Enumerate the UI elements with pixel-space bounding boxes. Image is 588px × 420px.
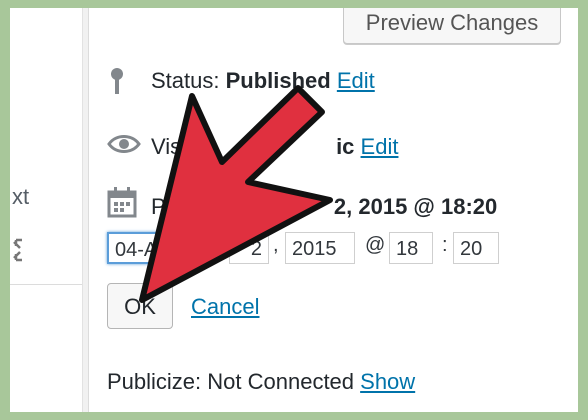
publish-panel: Preview Changes Status: Published Edit V… — [88, 8, 578, 412]
preview-changes-button[interactable]: Preview Changes — [343, 8, 561, 44]
pin-icon — [111, 68, 123, 94]
visibility-row: Visi ic Edit — [151, 134, 398, 160]
day-input[interactable]: 2 — [229, 232, 269, 264]
visibility-label: Visi — [151, 134, 187, 159]
publish-label: Pu — [151, 194, 178, 219]
publish-row: Pu 2, 2015 @ 18:20 — [151, 194, 497, 220]
hour-input[interactable]: 18 — [389, 232, 433, 264]
year-input[interactable]: 2015 — [285, 232, 355, 264]
divider — [10, 284, 82, 285]
visibility-edit-link[interactable]: Edit — [361, 134, 399, 159]
minute-input[interactable]: 20 — [453, 232, 499, 264]
left-panel-text: xt — [12, 184, 30, 209]
status-label: Status: — [151, 68, 226, 93]
time-colon: : — [442, 234, 448, 256]
publicize-show-link[interactable]: Show — [360, 369, 415, 394]
expand-icon[interactable] — [12, 238, 32, 262]
left-editor-panel: xt — [10, 8, 83, 412]
status-value: Published — [225, 68, 331, 93]
status-row: Status: Published Edit — [151, 68, 375, 94]
visibility-value: ic — [336, 134, 355, 159]
wp-screen: xt Preview Changes Status: Published Edi… — [10, 8, 578, 412]
calendar-icon — [107, 187, 137, 218]
status-edit-link[interactable]: Edit — [337, 68, 375, 93]
at-separator: @ — [365, 234, 386, 256]
publish-date-value: 2, 2015 @ 18:20 — [333, 194, 498, 219]
publicize-row: Publicize: Not Connected Show — [107, 369, 415, 395]
cancel-link[interactable]: Cancel — [191, 294, 259, 320]
publicize-label: Publicize: Not Connected — [107, 369, 361, 394]
month-select[interactable]: 04-Au — [107, 232, 189, 264]
ok-button[interactable]: OK — [107, 283, 173, 329]
date-comma: , — [273, 234, 279, 256]
eye-icon — [107, 135, 141, 153]
